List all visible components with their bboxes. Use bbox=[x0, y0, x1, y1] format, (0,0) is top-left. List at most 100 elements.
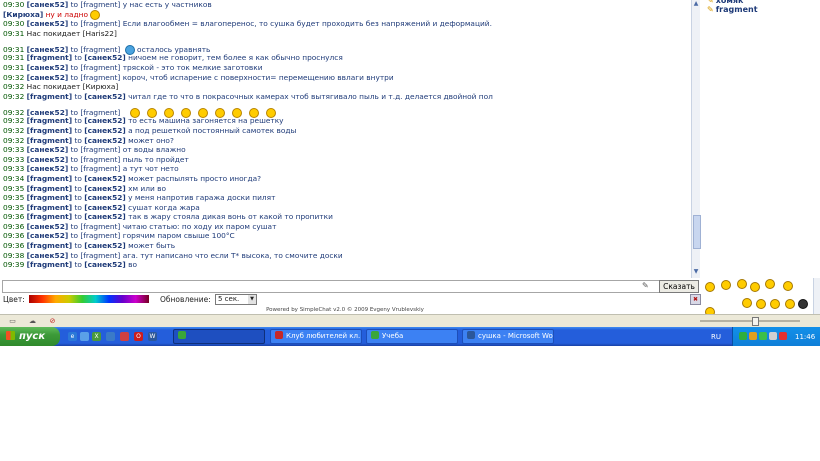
message-recipient[interactable]: [санек52] bbox=[84, 92, 126, 101]
message-sender[interactable]: [санек52] bbox=[27, 73, 69, 82]
desktop-icon[interactable] bbox=[80, 332, 89, 341]
smiley-icon[interactable] bbox=[737, 279, 747, 289]
user-list-item[interactable]: ✎ fragment bbox=[701, 5, 820, 14]
chat-scrollbar[interactable]: ▲ ▼ bbox=[691, 0, 701, 278]
scroll-up-arrow[interactable]: ▲ bbox=[692, 0, 700, 8]
message-recipient[interactable]: [санек52] bbox=[84, 203, 126, 212]
taskbar-button[interactable] bbox=[173, 329, 265, 344]
message-sender[interactable]: [санек52] bbox=[27, 155, 69, 164]
message-sender[interactable]: [санек52] bbox=[27, 63, 69, 72]
chevron-down-icon[interactable]: ▼ bbox=[248, 295, 256, 304]
message-sender[interactable]: [санек52] bbox=[27, 222, 69, 231]
message-recipient[interactable]: [fragment] bbox=[80, 145, 120, 154]
mail-icon[interactable] bbox=[106, 332, 115, 341]
taskbar-button[interactable]: Учеба bbox=[366, 329, 458, 344]
tray-icon[interactable] bbox=[769, 332, 777, 340]
message-sender[interactable]: [fragment] bbox=[27, 193, 72, 202]
message-sender[interactable]: [fragment] bbox=[27, 174, 72, 183]
chat-message: 09:32 [fragment] to [санек52] а под реше… bbox=[0, 126, 691, 136]
message-recipient[interactable]: [fragment] bbox=[80, 164, 120, 173]
smiley-icon[interactable] bbox=[742, 298, 752, 308]
message-sender[interactable]: [санек52] bbox=[27, 19, 69, 28]
message-recipient[interactable]: [санек52] bbox=[84, 212, 126, 221]
clear-chat-icon[interactable]: ✖ bbox=[690, 294, 701, 305]
message-sender[interactable]: [санек52] bbox=[27, 164, 69, 173]
word-icon[interactable]: W bbox=[148, 332, 157, 341]
smiley-icon[interactable] bbox=[783, 281, 793, 291]
message-sender[interactable]: [fragment] bbox=[27, 260, 72, 269]
message-recipient[interactable]: [санек52] bbox=[84, 184, 126, 193]
message-sender[interactable]: [fragment] bbox=[27, 92, 72, 101]
smiley-icon[interactable] bbox=[721, 280, 731, 290]
chat-message: 09:33 [санек52] to [fragment] пыль то пр… bbox=[0, 155, 691, 165]
message-time: 09:32 bbox=[3, 125, 25, 135]
smiley-icon[interactable] bbox=[756, 299, 766, 309]
message-sender[interactable]: [fragment] bbox=[27, 241, 72, 250]
smiley-icon[interactable] bbox=[770, 299, 780, 309]
message-recipient[interactable]: [fragment] bbox=[80, 231, 120, 240]
message-recipient[interactable]: [санек52] bbox=[84, 241, 126, 250]
smiley-icon[interactable] bbox=[705, 282, 715, 292]
smiley-icon[interactable] bbox=[750, 282, 760, 292]
smiley-icon[interactable] bbox=[798, 299, 808, 309]
taskbar-button[interactable]: сушка - Microsoft Word bbox=[462, 329, 554, 344]
tray-icon[interactable] bbox=[779, 332, 787, 340]
message-recipient[interactable]: [санек52] bbox=[84, 193, 126, 202]
message-text: может распылять просто иногда? bbox=[128, 173, 262, 183]
clock: 11:46 bbox=[795, 333, 816, 341]
message-recipient[interactable]: [fragment] bbox=[80, 19, 120, 28]
chat-message: 09:33 [санек52] to [fragment] от воды вл… bbox=[0, 145, 691, 155]
excel-icon[interactable]: X bbox=[92, 332, 101, 341]
message-recipient[interactable]: [санек52] bbox=[84, 136, 126, 145]
message-recipient[interactable]: [санек52] bbox=[84, 174, 126, 183]
pencil-icon[interactable]: ✎ bbox=[642, 281, 649, 290]
message-sender[interactable]: [санек52] bbox=[27, 0, 69, 9]
chat-scroll-thumb[interactable] bbox=[693, 215, 701, 249]
message-sender[interactable]: [санек52] bbox=[27, 145, 69, 154]
message-recipient[interactable]: [fragment] bbox=[80, 222, 120, 231]
message-sender[interactable]: [fragment] bbox=[27, 53, 72, 62]
smiley-icon[interactable] bbox=[785, 299, 795, 309]
message-recipient[interactable]: [fragment] bbox=[80, 73, 120, 82]
message-sender[interactable]: [Кирюха] bbox=[3, 10, 43, 19]
tray-icon[interactable] bbox=[739, 332, 747, 340]
app-icon[interactable] bbox=[120, 332, 129, 341]
smiley-scrollbar[interactable] bbox=[813, 278, 820, 314]
message-time: 09:32 bbox=[3, 82, 25, 92]
message-text: может оно? bbox=[128, 135, 174, 145]
message-recipient[interactable]: [fragment] bbox=[80, 155, 120, 164]
message-sender[interactable]: [санек52] bbox=[27, 231, 69, 240]
refresh-interval-select[interactable]: 5 сек. ▼ bbox=[215, 294, 257, 305]
message-sender[interactable]: [санек52] bbox=[27, 251, 69, 260]
smiley-icon[interactable] bbox=[765, 279, 775, 289]
app-icon bbox=[467, 331, 475, 339]
scroll-down-arrow[interactable]: ▼ bbox=[692, 268, 700, 276]
zoom-slider-knob[interactable] bbox=[752, 317, 759, 326]
tray-icon[interactable] bbox=[759, 332, 767, 340]
message-input[interactable] bbox=[2, 280, 660, 293]
message-sender[interactable]: [fragment] bbox=[27, 212, 72, 221]
opera-icon[interactable]: O bbox=[134, 332, 143, 341]
message-recipient[interactable]: [санек52] bbox=[84, 126, 126, 135]
taskbar-button[interactable]: Клуб любителей кл... bbox=[270, 329, 362, 344]
message-sender[interactable]: [fragment] bbox=[27, 136, 72, 145]
color-picker[interactable] bbox=[29, 295, 149, 303]
start-button[interactable]: пуск bbox=[0, 327, 60, 346]
message-recipient[interactable]: [fragment] bbox=[80, 63, 120, 72]
zoom-slider[interactable] bbox=[700, 320, 800, 322]
ie-icon[interactable]: e bbox=[68, 332, 77, 341]
message-sender[interactable]: [fragment] bbox=[27, 203, 72, 212]
message-recipient[interactable]: [санек52] bbox=[84, 260, 126, 269]
message-recipient[interactable]: [санек52] bbox=[84, 53, 126, 62]
message-sender[interactable]: [fragment] bbox=[27, 126, 72, 135]
message-sender[interactable]: [fragment] bbox=[27, 116, 72, 125]
language-indicator[interactable]: RU bbox=[711, 333, 721, 341]
message-recipient[interactable]: [fragment] bbox=[80, 251, 120, 260]
message-recipient[interactable]: [fragment] bbox=[80, 0, 120, 9]
tray-icon[interactable] bbox=[749, 332, 757, 340]
message-sender[interactable]: [fragment] bbox=[27, 184, 72, 193]
message-recipient[interactable]: [санек52] bbox=[84, 116, 126, 125]
chat-message: 09:35 [fragment] to [санек52] хм или во bbox=[0, 184, 691, 194]
send-button[interactable]: Сказать bbox=[659, 280, 699, 293]
browser-status-bar: ▭ ☁ ⊘ bbox=[0, 314, 820, 328]
